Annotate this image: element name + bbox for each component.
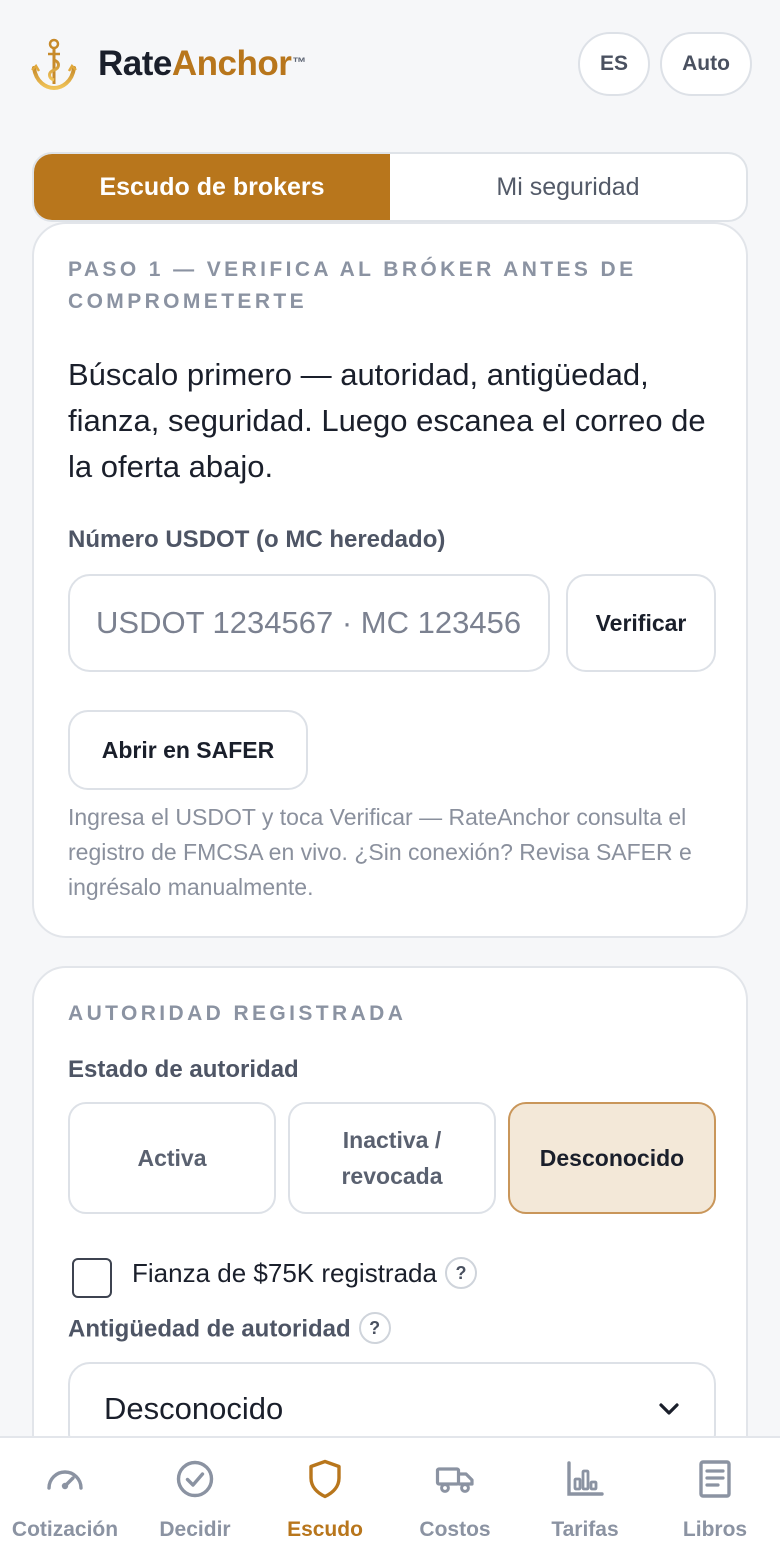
nav-item-cotizacion[interactable]: Cotización	[0, 1438, 130, 1560]
nav-item-costos[interactable]: Costos	[390, 1438, 520, 1560]
bond-label: Fianza de $75K registrada	[132, 1258, 437, 1288]
nav-label: Escudo	[287, 1518, 363, 1541]
bond-checkbox[interactable]	[72, 1258, 112, 1298]
shield-icon	[309, 1459, 341, 1499]
verify-button[interactable]: Verificar	[566, 574, 716, 672]
check-circle-icon	[176, 1460, 214, 1498]
authority-age-label: Antigüedad de autoridad	[68, 1315, 351, 1343]
nav-label: Tarifas	[551, 1518, 619, 1541]
bond-label-row: Fianza de $75K registrada?	[132, 1256, 477, 1291]
brand-name: RateAnchor™	[98, 44, 306, 84]
nav-label: Cotización	[11, 1518, 119, 1541]
anchor-logo-icon	[31, 38, 77, 90]
section-tabs: Escudo de brokers Mi seguridad	[32, 152, 748, 222]
bottom-nav: Cotización Decidir Escudo Costos Tarifas…	[0, 1436, 780, 1560]
bar-chart-icon	[567, 1461, 604, 1496]
status-option-inactive-label: Inactiva / revocada	[341, 1127, 443, 1189]
bond-help-icon[interactable]: ?	[444, 1257, 477, 1290]
brand-anchor: Anchor	[171, 44, 292, 83]
nav-label: Libros	[682, 1518, 748, 1541]
authority-status-label: Estado de autoridad	[68, 1056, 299, 1083]
authority-eyebrow: AUTORIDAD REGISTRADA	[68, 1002, 407, 1025]
tab-broker-shield[interactable]: Escudo de brokers	[34, 154, 390, 220]
app-header: RateAnchor™ ES Auto	[0, 0, 780, 128]
gauge-icon	[47, 1470, 83, 1490]
usdot-label: Número USDOT (o MC heredado)	[68, 526, 446, 553]
nav-item-tarifas[interactable]: Tarifas	[520, 1438, 650, 1560]
authority-age-value: Desconocido	[104, 1391, 284, 1426]
status-option-unknown[interactable]: Desconocido	[508, 1102, 716, 1214]
verify-help-text: Ingresa el USDOT y toca Verificar — Rate…	[68, 804, 692, 900]
step1-eyebrow: PASO 1 — VERIFICA AL BRÓKER ANTES DE COM…	[68, 258, 637, 313]
truck-icon	[435, 1467, 474, 1493]
nav-item-decidir[interactable]: Decidir	[130, 1438, 260, 1560]
document-icon	[699, 1460, 731, 1498]
usdot-input[interactable]	[68, 574, 550, 672]
age-help-icon[interactable]: ?	[358, 1312, 391, 1344]
brand-rate: Rate	[98, 44, 172, 83]
theme-toggle-button[interactable]: Auto	[660, 32, 752, 96]
trademark: ™	[292, 54, 306, 70]
open-safer-button[interactable]: Abrir en SAFER	[68, 710, 308, 790]
tab-my-safety[interactable]: Mi seguridad	[390, 154, 746, 220]
step1-lead: Búscalo primero — autoridad, antigüedad,…	[68, 357, 706, 484]
language-toggle-button[interactable]: ES	[578, 32, 650, 96]
nav-label: Costos	[419, 1518, 491, 1541]
nav-item-escudo[interactable]: Escudo	[260, 1438, 390, 1560]
nav-item-libros[interactable]: Libros	[650, 1438, 780, 1560]
chevron-down-icon	[659, 1403, 679, 1415]
status-option-inactive[interactable]: Inactiva / revocada	[288, 1102, 496, 1214]
verify-broker-card: PASO 1 — VERIFICA AL BRÓKER ANTES DE COM…	[32, 222, 748, 938]
authority-age-label-row: Antigüedad de autoridad?	[68, 1312, 391, 1346]
status-option-active[interactable]: Activa	[68, 1102, 276, 1214]
nav-label: Decidir	[159, 1518, 231, 1541]
